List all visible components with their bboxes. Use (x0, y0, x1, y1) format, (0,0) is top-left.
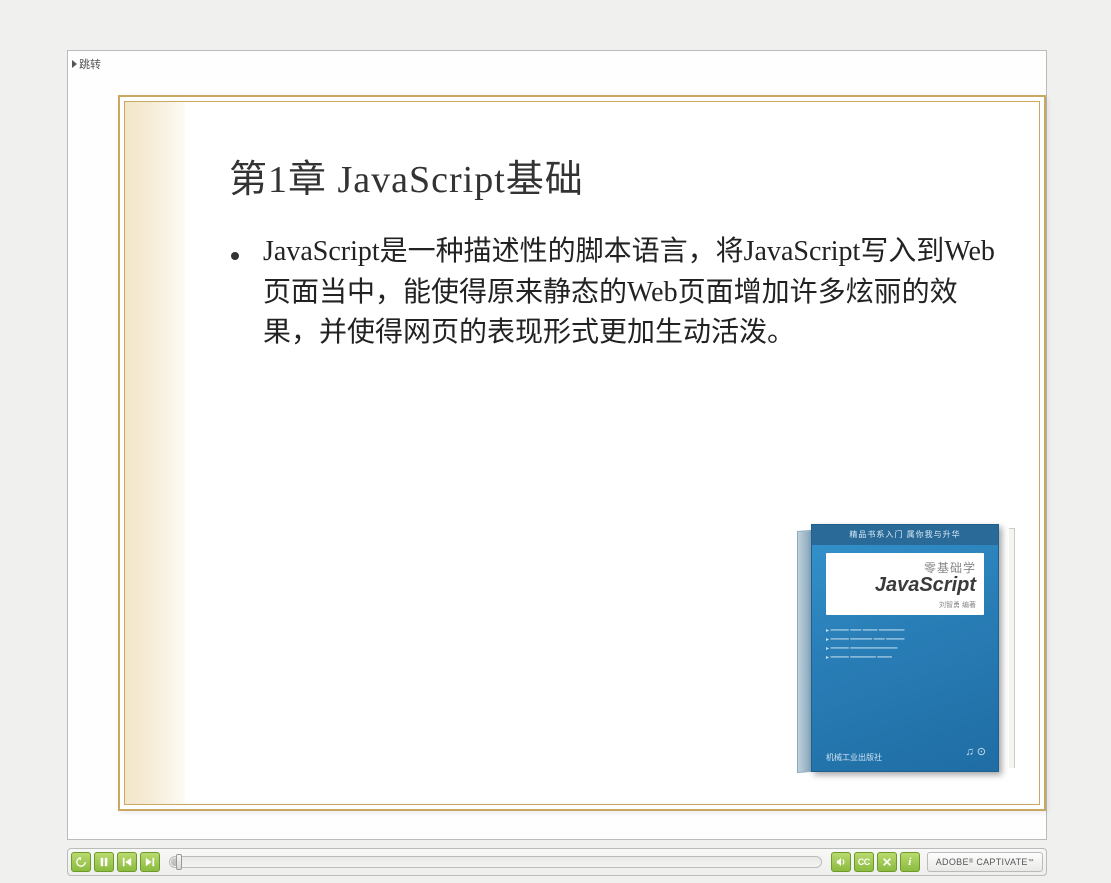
slide-left-decoration (125, 102, 185, 804)
info-button[interactable]: i (900, 852, 920, 872)
book-title: JavaScript (834, 574, 976, 597)
skip-back-icon (122, 857, 132, 867)
slide-title: 第1章 JavaScript基础 (229, 148, 584, 203)
audio-button[interactable] (831, 852, 851, 872)
book-pages-edge (1009, 528, 1015, 768)
pause-icon (99, 857, 109, 867)
skip-label: 跳转 (79, 56, 101, 72)
rewind-button[interactable] (71, 852, 91, 872)
book-author: 刘智勇 编著 (834, 600, 976, 610)
next-button[interactable] (140, 852, 160, 872)
speaker-icon (836, 857, 846, 867)
slide-border-outer: 第1章 JavaScript基础 JavaScript是一种描述性的脚本语言，将… (118, 95, 1046, 811)
cc-button[interactable]: CC (854, 852, 874, 872)
book-front: 精品书系入门 属你我与升华 零基础学 JavaScript 刘智勇 编著 ▸ ━… (811, 524, 999, 772)
skip-forward-icon (145, 857, 155, 867)
close-icon (882, 857, 892, 867)
prev-button[interactable] (117, 852, 137, 872)
book-title-card: 零基础学 JavaScript 刘智勇 编著 (826, 553, 984, 615)
slide-bullet-text: JavaScript是一种描述性的脚本语言，将JavaScript写入到Web页… (263, 232, 999, 354)
badge-tm: ™ (1028, 859, 1034, 865)
playbar: CC i ADOBE® CAPTIVATE™ (67, 848, 1047, 876)
skip-link[interactable]: 跳转 (72, 56, 101, 72)
book-publisher: 机械工业出版社 (826, 752, 882, 763)
bullet-icon (229, 232, 263, 354)
rewind-icon (76, 857, 86, 867)
slide-body: JavaScript是一种描述性的脚本语言，将JavaScript写入到Web页… (229, 232, 999, 354)
book-banner: 精品书系入门 属你我与升华 (812, 525, 998, 545)
progress-thumb[interactable] (176, 854, 182, 870)
adobe-captivate-badge[interactable]: ADOBE® CAPTIVATE™ (927, 852, 1043, 872)
info-icon: i (908, 856, 911, 868)
close-button[interactable] (877, 852, 897, 872)
progress-bar[interactable] (169, 856, 822, 868)
book-blurb: ▸ ━━━━━ ━━━ ━━━━ ━━━━━━━ ▸ ━━━━━ ━━━━━━ … (826, 627, 984, 663)
badge-reg: ® (969, 859, 974, 865)
book-spine (797, 530, 811, 773)
play-triangle-icon (72, 60, 77, 68)
cc-icon: CC (858, 857, 870, 867)
badge-prefix: ADOBE (936, 857, 969, 867)
book-cover: 精品书系入门 属你我与升华 零基础学 JavaScript 刘智勇 编著 ▸ ━… (811, 524, 1009, 776)
badge-suffix: CAPTIVATE (976, 857, 1027, 867)
pause-button[interactable] (94, 852, 114, 872)
book-logo-icon: ♫ ⊙ (964, 745, 986, 763)
slide-frame: 第1章 JavaScript基础 JavaScript是一种描述性的脚本语言，将… (118, 95, 1046, 811)
slide-border-inner: 第1章 JavaScript基础 JavaScript是一种描述性的脚本语言，将… (124, 101, 1040, 805)
